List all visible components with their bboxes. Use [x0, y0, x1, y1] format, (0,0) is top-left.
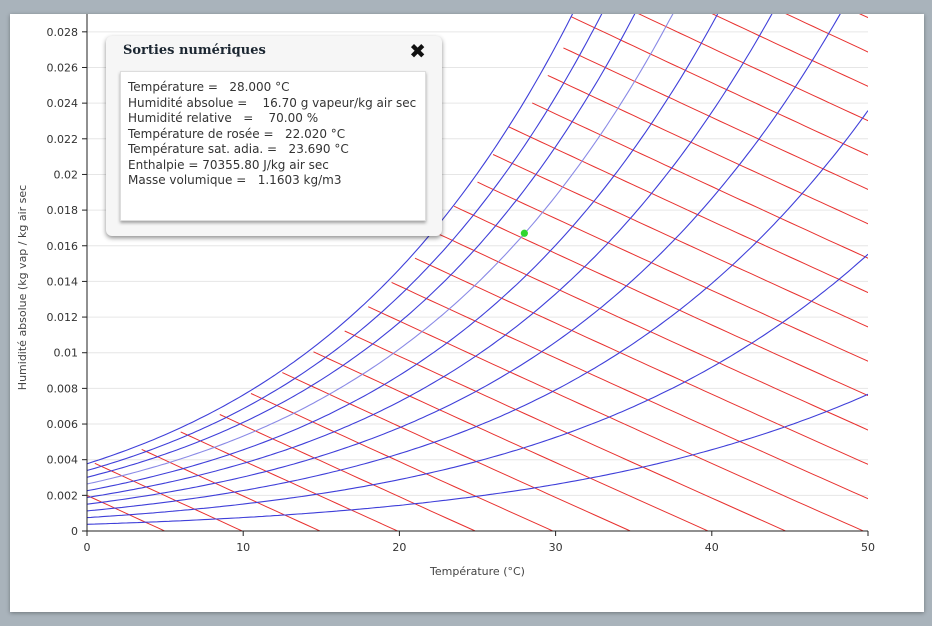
output-density: Masse volumique = 1.1603 kg/m3: [128, 173, 342, 187]
y-tick-label: 0: [71, 525, 78, 538]
y-tick-label: 0.018: [47, 204, 79, 217]
y-tick-label: 0.012: [47, 311, 79, 324]
numeric-output-panel: Sorties numériques ✖ Température = 28.00…: [106, 36, 442, 236]
y-tick-label: 0.014: [47, 275, 79, 288]
enthalpy-line-75: [477, 181, 868, 362]
enthalpy-line-30: [250, 393, 554, 531]
y-tick-label: 0.004: [47, 454, 79, 467]
x-tick-label: 30: [549, 541, 563, 554]
output-absolute-humidity: Humidité absolue = 16.70 g vapeur/kg air…: [128, 95, 417, 110]
y-tick-label: 0.002: [47, 489, 79, 502]
y-tick-label: 0.008: [47, 382, 79, 395]
y-axis-label: Humidité absolue (kg vap / kg air sec: [16, 185, 29, 390]
enthalpy-line-60: [414, 257, 868, 465]
x-tick-label: 0: [84, 541, 91, 554]
enthalpy-line-125: [859, 14, 868, 19]
enthalpy-line-135: [649, 14, 924, 22]
enthalpy-line-115: [711, 14, 868, 87]
enthalpy-line-100: [563, 47, 868, 190]
enthalpy-line-105: [570, 16, 868, 156]
output-temperature: Température = 28.000 °C: [128, 80, 290, 94]
chart-frame: 0 0.002 0.004 0.006 0.008 0.01 0.012 0.014 0.016…: [10, 14, 924, 612]
y-tick-label: 0.02: [54, 168, 79, 181]
state-point: [520, 229, 528, 237]
x-tick-label: 10: [236, 541, 250, 554]
y-tick-label: 0.016: [47, 240, 79, 253]
output-enthalpy: Enthalpie = 70355.80 J/kg air sec: [128, 157, 329, 172]
y-tick-label: 0.022: [47, 133, 79, 146]
x-tick-label: 50: [861, 541, 875, 554]
enthalpy-line-55: [391, 281, 868, 500]
enthalpy-line-40: [313, 351, 710, 531]
output-relative-humidity: Humidité relative = 70.00 %: [128, 111, 319, 125]
y-tick-label: 0.026: [47, 61, 79, 74]
close-icon[interactable]: ✖: [409, 39, 426, 63]
x-tick-label: 40: [705, 541, 719, 554]
output-adiabatic-saturation: Température sat. adia. = 23.690 °C: [128, 142, 349, 156]
panel-body: Température = 28.000 °C Humidité absolue…: [120, 71, 426, 221]
y-tick-label: 0.028: [47, 26, 79, 39]
y-tick-label: 0.01: [54, 347, 79, 360]
x-tick-label: 20: [392, 541, 406, 554]
output-dew-point: Température de rosée = 22.020 °C: [128, 126, 346, 141]
enthalpy-line-25: [219, 414, 477, 531]
y-tick-label: 0.006: [47, 418, 79, 431]
enthalpy-line-90: [531, 102, 868, 259]
panel-title: Sorties numériques: [123, 43, 266, 58]
y-tick-label: 0.024: [47, 97, 79, 110]
state-point-layer: [520, 229, 528, 237]
x-axis-label: Température (°C): [429, 565, 525, 578]
enthalpy-line-80: [492, 154, 868, 328]
enthalpy-line-20: [180, 431, 399, 531]
